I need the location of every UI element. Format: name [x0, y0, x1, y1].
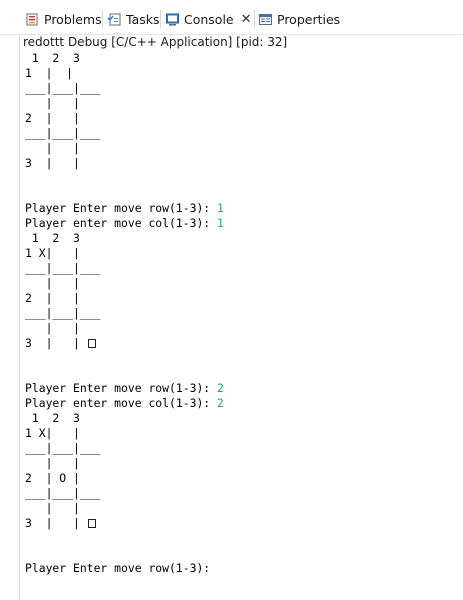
console-line: 3 | |: [25, 336, 224, 351]
console-line: 3 | |: [25, 156, 80, 170]
unprintable-char-glyph: [87, 519, 96, 528]
prompt-text: Player enter move col(1-3):: [25, 396, 218, 410]
console-line: ___|___|___: [25, 441, 101, 455]
prompt-text: Player Enter move row(1-3):: [25, 201, 218, 215]
console-line: | |: [25, 501, 80, 515]
console-line: Player Enter move row(1-3): 1: [25, 201, 224, 216]
tab-label: Console: [184, 11, 234, 27]
console-line: | |: [25, 321, 80, 335]
console-line: 2 | |: [25, 111, 80, 125]
console-gutter-border: [19, 34, 20, 600]
prompt-text: Player enter move col(1-3):: [25, 216, 218, 230]
problems-icon: [25, 12, 40, 27]
console-line: 1 X| |: [25, 426, 80, 440]
console-line: | |: [25, 141, 80, 155]
view-tab-bar: Problems Tasks Console ✕ Properties: [0, 0, 463, 35]
console-line: 1 | |: [25, 66, 74, 80]
console-line: ___|___|___: [25, 486, 101, 500]
tab-label: Properties: [277, 11, 341, 27]
tab-tasks[interactable]: Tasks: [107, 8, 160, 30]
console-line: ___|___|___: [25, 126, 101, 140]
close-icon[interactable]: ✕: [241, 13, 252, 26]
tab-problems[interactable]: Problems: [25, 8, 102, 30]
console-line: 1 2 3: [25, 411, 80, 425]
console-line: 1 2 3: [25, 51, 80, 65]
user-input-value: 1: [217, 216, 224, 230]
console-line: | |: [25, 456, 80, 470]
console-line: | |: [25, 96, 80, 110]
unprintable-char-glyph: [87, 339, 96, 348]
console-line: Player enter move col(1-3): 1: [25, 216, 224, 231]
console-output[interactable]: 1 2 31 | | ___|___|___ | | 2 | | ___|___|__…: [25, 51, 224, 576]
tab-separator: [102, 10, 103, 28]
console-line: Player Enter move row(1-3): 2: [25, 381, 224, 396]
console-line: ___|___|___: [25, 261, 101, 275]
tab-separator: [160, 10, 161, 28]
console-line: 2 | |: [25, 291, 80, 305]
tab-label: Tasks: [126, 11, 160, 27]
console-line: Player Enter move row(1-3):: [25, 561, 211, 575]
console-line: 1 2 3: [25, 231, 80, 245]
console-line: Player enter move col(1-3): 2: [25, 396, 224, 411]
console-line: 3 | |: [25, 516, 224, 531]
properties-icon: [258, 12, 273, 27]
console-line: 1 X| |: [25, 246, 80, 260]
tab-separator: [254, 10, 255, 28]
tab-properties[interactable]: Properties: [258, 8, 340, 30]
console-line: ___|___|___: [25, 306, 101, 320]
tab-label: Problems: [44, 11, 102, 27]
prompt-text: Player Enter move row(1-3):: [25, 381, 218, 395]
console-line: 2 | O |: [25, 471, 80, 485]
tab-console[interactable]: Console ✕: [165, 8, 252, 30]
console-line: ___|___|___: [25, 81, 101, 95]
console-icon: [165, 12, 180, 27]
user-input-value: 2: [217, 396, 224, 410]
user-input-value: 1: [217, 201, 224, 215]
user-input-value: 2: [217, 381, 224, 395]
console-title: redottt Debug [C/C++ Application] [pid: …: [23, 35, 288, 49]
tasks-icon: [107, 12, 122, 27]
console-line: | |: [25, 276, 80, 290]
